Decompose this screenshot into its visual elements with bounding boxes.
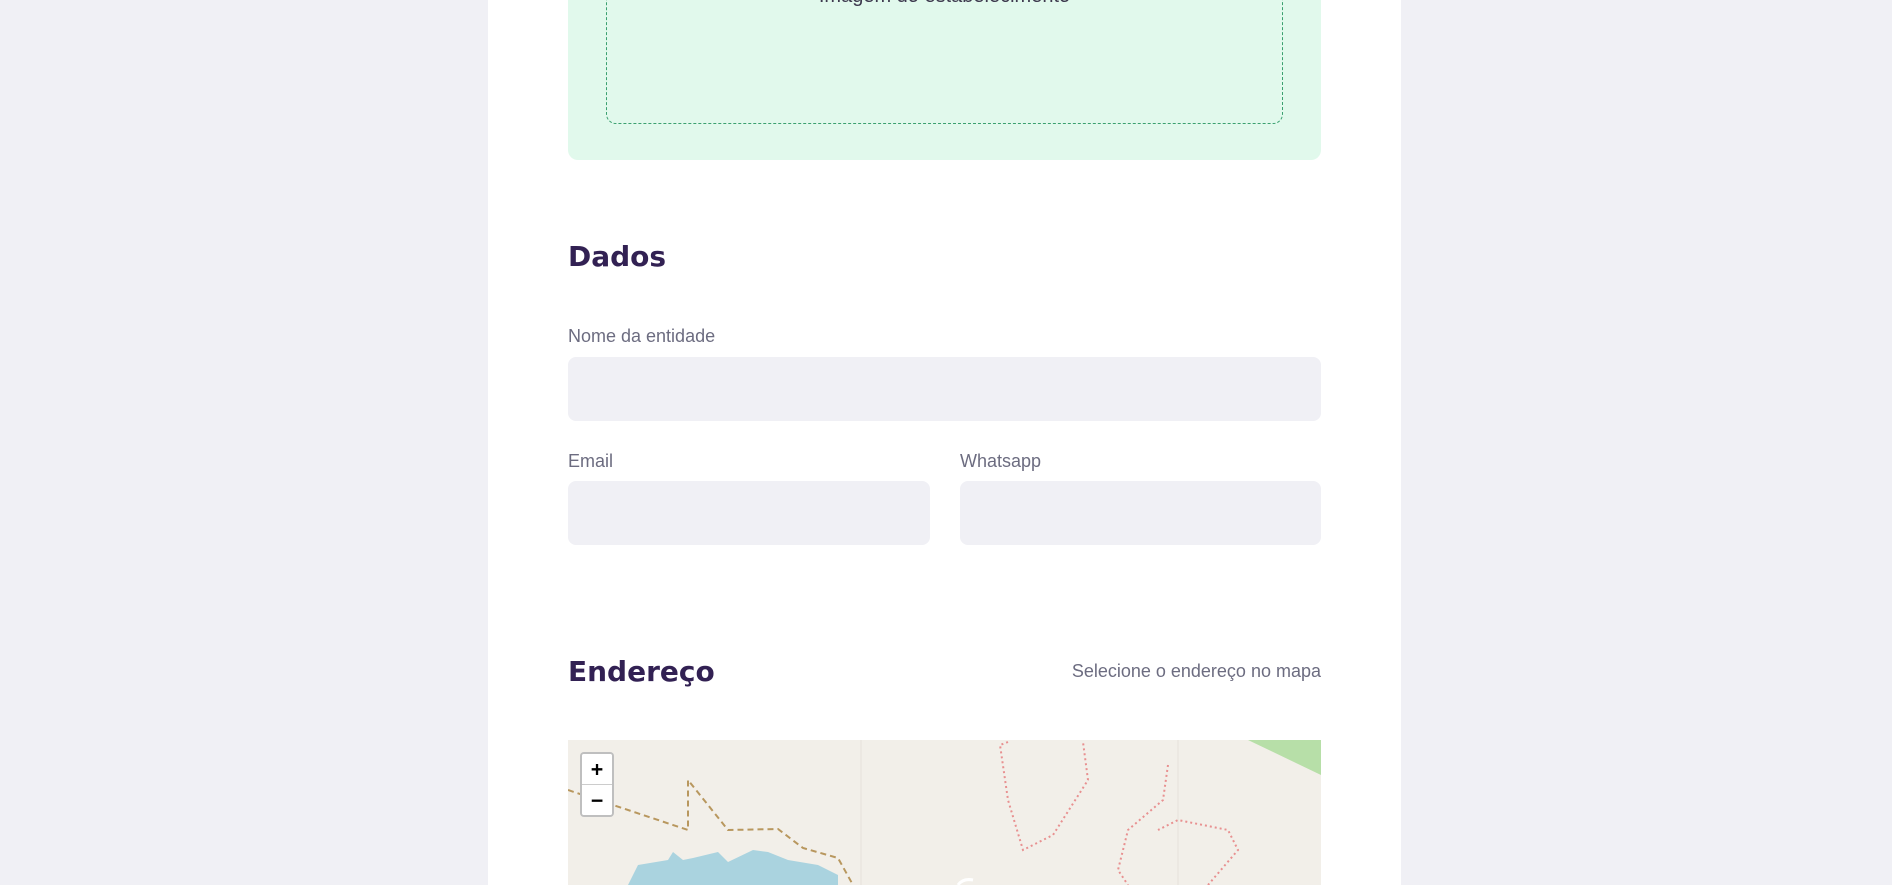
- email-label: Email: [568, 451, 614, 471]
- zoom-out-button[interactable]: −: [582, 784, 612, 815]
- image-upload-area[interactable]: Imagem do estabelecimento: [568, 0, 1321, 160]
- image-dropzone[interactable]: Imagem do estabelecimento: [606, 0, 1283, 124]
- park-area: [1248, 740, 1321, 775]
- map-tiles: [568, 740, 1321, 885]
- river-shape: [628, 850, 838, 885]
- form-card: Imagem do estabelecimento Dados Nome da …: [488, 0, 1401, 885]
- section-title-endereco: Endereço: [568, 655, 715, 688]
- dropzone-label: Imagem do estabelecimento: [607, 0, 1282, 8]
- name-label: Nome da entidade: [568, 326, 716, 346]
- email-input[interactable]: [568, 481, 930, 545]
- name-input[interactable]: [568, 357, 1321, 421]
- zoom-in-button[interactable]: +: [582, 754, 612, 784]
- whatsapp-input[interactable]: [960, 481, 1321, 545]
- district-boundary-line: [998, 741, 1090, 852]
- map-hint: Selecione o endereço no mapa: [1071, 661, 1321, 681]
- section-title-dados: Dados: [568, 240, 667, 273]
- address-map[interactable]: + −: [568, 740, 1321, 885]
- zoom-control: + −: [580, 752, 614, 817]
- road-line: [956, 878, 974, 885]
- whatsapp-label: Whatsapp: [960, 451, 1042, 471]
